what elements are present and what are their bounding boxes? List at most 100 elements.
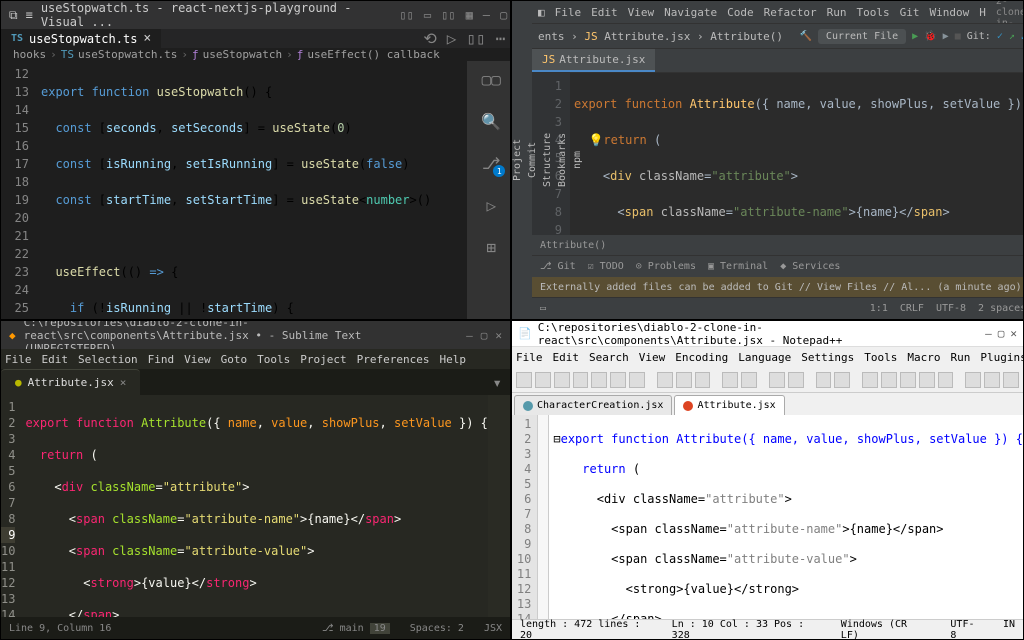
code-content[interactable]: export function Attribute({ name, value,… xyxy=(25,395,487,617)
services-tool[interactable]: ◆ Services xyxy=(780,261,840,272)
chars-icon[interactable] xyxy=(881,372,897,388)
terminal-tool[interactable]: ▣ Terminal xyxy=(708,261,768,272)
redo-icon[interactable] xyxy=(741,372,757,388)
cut-icon[interactable] xyxy=(657,372,673,388)
breadcrumb[interactable]: hooks› TSuseStopwatch.ts› ƒuseStopwatch›… xyxy=(1,48,511,61)
titlebar[interactable]: ◆ C:\repositories\diablo-2-clone-in-reac… xyxy=(1,321,510,349)
vscode-titlebar[interactable]: ⧉ ≡ useStopwatch.ts - react-nextjs-playg… xyxy=(1,1,511,29)
indent[interactable]: Spaces: 2 xyxy=(410,623,464,634)
menu-code[interactable]: Code xyxy=(727,6,754,19)
tab-attribute[interactable]: Attribute.jsx xyxy=(674,395,784,415)
tab-charactercreation[interactable]: CharacterCreation.jsx xyxy=(514,395,672,415)
npm-tool[interactable]: npm xyxy=(572,5,583,315)
indent[interactable]: 2 spaces* xyxy=(978,303,1024,314)
menu-help[interactable]: H xyxy=(979,6,986,19)
code-content[interactable]: ⊟export function Attribute({ name, value… xyxy=(549,415,1023,619)
explorer-icon[interactable]: ▢▢ xyxy=(479,67,503,91)
new-icon[interactable] xyxy=(516,372,532,388)
menu-view[interactable]: View xyxy=(628,6,655,19)
menu-plugins[interactable]: Plugins xyxy=(980,351,1024,364)
menu-goto[interactable]: Goto xyxy=(221,353,248,366)
minimize-icon[interactable]: — xyxy=(483,8,490,22)
paste-icon[interactable] xyxy=(695,372,711,388)
hammer-icon[interactable]: 🔨 xyxy=(799,31,811,42)
menu-selection[interactable]: Selection xyxy=(78,353,138,366)
wrap-icon[interactable] xyxy=(862,372,878,388)
menu-encoding[interactable]: Encoding xyxy=(675,351,728,364)
close-icon[interactable]: ✕ xyxy=(1010,327,1017,340)
split-icon[interactable]: ▯▯ xyxy=(466,29,485,48)
save-icon[interactable] xyxy=(554,372,570,388)
project-tool[interactable]: Project xyxy=(512,5,523,315)
unfold-icon[interactable] xyxy=(938,372,954,388)
left-tool-strip[interactable]: Project Commit Structure Bookmarks npm xyxy=(512,1,532,319)
bookmarks-tool[interactable]: Bookmarks xyxy=(557,5,568,315)
notification-bar[interactable]: Externally added files can be added to G… xyxy=(532,277,1024,297)
indent-icon[interactable] xyxy=(900,372,916,388)
menu-view[interactable]: View xyxy=(184,353,211,366)
menu-find[interactable]: Find xyxy=(148,353,175,366)
menu-run[interactable]: Run xyxy=(827,6,847,19)
run-icon[interactable]: ▶ xyxy=(912,31,918,42)
close-icon[interactable]: ✕ xyxy=(495,329,502,342)
copy-icon[interactable] xyxy=(676,372,692,388)
close-icon[interactable] xyxy=(591,372,607,388)
maximize-icon[interactable]: ▢ xyxy=(481,329,488,342)
insert-mode[interactable]: IN xyxy=(1003,619,1015,640)
find-icon[interactable] xyxy=(769,372,785,388)
code-editor[interactable]: 123456789101112131415 export function At… xyxy=(532,73,1024,235)
play-icon[interactable] xyxy=(984,372,1000,388)
menu-edit[interactable]: Edit xyxy=(591,6,618,19)
print-icon[interactable] xyxy=(629,372,645,388)
code-editor[interactable]: 1234567891011121314151617181920 ⊟export … xyxy=(512,415,1023,619)
menu-run[interactable]: Run xyxy=(950,351,970,364)
layout-grid-icon[interactable]: ▦ xyxy=(466,8,473,22)
todo-tool[interactable]: ☑ TODO xyxy=(588,261,624,272)
encoding[interactable]: UTF-8 xyxy=(936,303,966,314)
more-icon[interactable]: ⋯ xyxy=(496,29,506,48)
saveall-icon[interactable] xyxy=(573,372,589,388)
menu-edit[interactable]: Edit xyxy=(42,353,69,366)
code-editor[interactable]: 12345678910111213141516171819 export fun… xyxy=(1,395,510,617)
menu-window[interactable]: Window xyxy=(929,6,969,19)
run-icon[interactable]: ▷ xyxy=(447,29,457,48)
minimap[interactable] xyxy=(488,395,510,617)
layout-left-icon[interactable]: ▯▯ xyxy=(399,8,413,22)
search-icon[interactable]: 🔍 xyxy=(479,109,503,133)
code-content[interactable]: export function Attribute({ name, value,… xyxy=(570,73,1024,235)
undo-icon[interactable] xyxy=(722,372,738,388)
syntax[interactable]: JSX xyxy=(484,623,502,634)
maximize-icon[interactable]: ▢ xyxy=(500,8,507,22)
menu-tools[interactable]: Tools xyxy=(864,351,897,364)
menu-view[interactable]: View xyxy=(639,351,666,364)
minimize-icon[interactable]: — xyxy=(985,327,992,340)
layout-right-icon[interactable]: ▯▯ xyxy=(441,8,455,22)
stop-icon[interactable]: ■ xyxy=(955,31,961,42)
menu-edit[interactable]: Edit xyxy=(553,351,580,364)
closeall-icon[interactable] xyxy=(610,372,626,388)
menu-search[interactable]: Search xyxy=(589,351,629,364)
menu-preferences[interactable]: Preferences xyxy=(357,353,430,366)
go-back-icon[interactable]: ⟲ xyxy=(423,29,436,48)
menu-macro[interactable]: Macro xyxy=(907,351,940,364)
line-sep[interactable]: CRLF xyxy=(900,303,924,314)
layout-bottom-icon[interactable]: ▭ xyxy=(424,8,431,22)
extensions-icon[interactable]: ⊞ xyxy=(479,235,503,259)
menu-icon[interactable]: ≡ xyxy=(26,8,33,22)
menu-navigate[interactable]: Navigate xyxy=(664,6,717,19)
commit-tool[interactable]: Commit xyxy=(527,5,538,315)
git-update-icon[interactable]: ✓ xyxy=(997,31,1003,42)
breadcrumb-bottom[interactable]: Attribute() xyxy=(532,235,1024,255)
eol[interactable]: Windows (CR LF) xyxy=(841,619,927,640)
source-control-icon[interactable]: ⎇ xyxy=(479,151,503,175)
playmulti-icon[interactable] xyxy=(1003,372,1019,388)
coverage-icon[interactable]: ▶ xyxy=(943,31,949,42)
menu-tools[interactable]: Tools xyxy=(856,6,889,19)
debug-icon[interactable]: ▷ xyxy=(479,193,503,217)
debug-icon[interactable]: 🐞 xyxy=(924,31,936,42)
tab-attribute[interactable]: ●Attribute.jsx× xyxy=(1,369,140,395)
code-editor[interactable]: 121314151617181920212223242526 export fu… xyxy=(1,61,467,320)
branch[interactable]: ⎇ main 19 xyxy=(322,623,390,634)
zoomin-icon[interactable] xyxy=(816,372,832,388)
fold-icon[interactable] xyxy=(919,372,935,388)
